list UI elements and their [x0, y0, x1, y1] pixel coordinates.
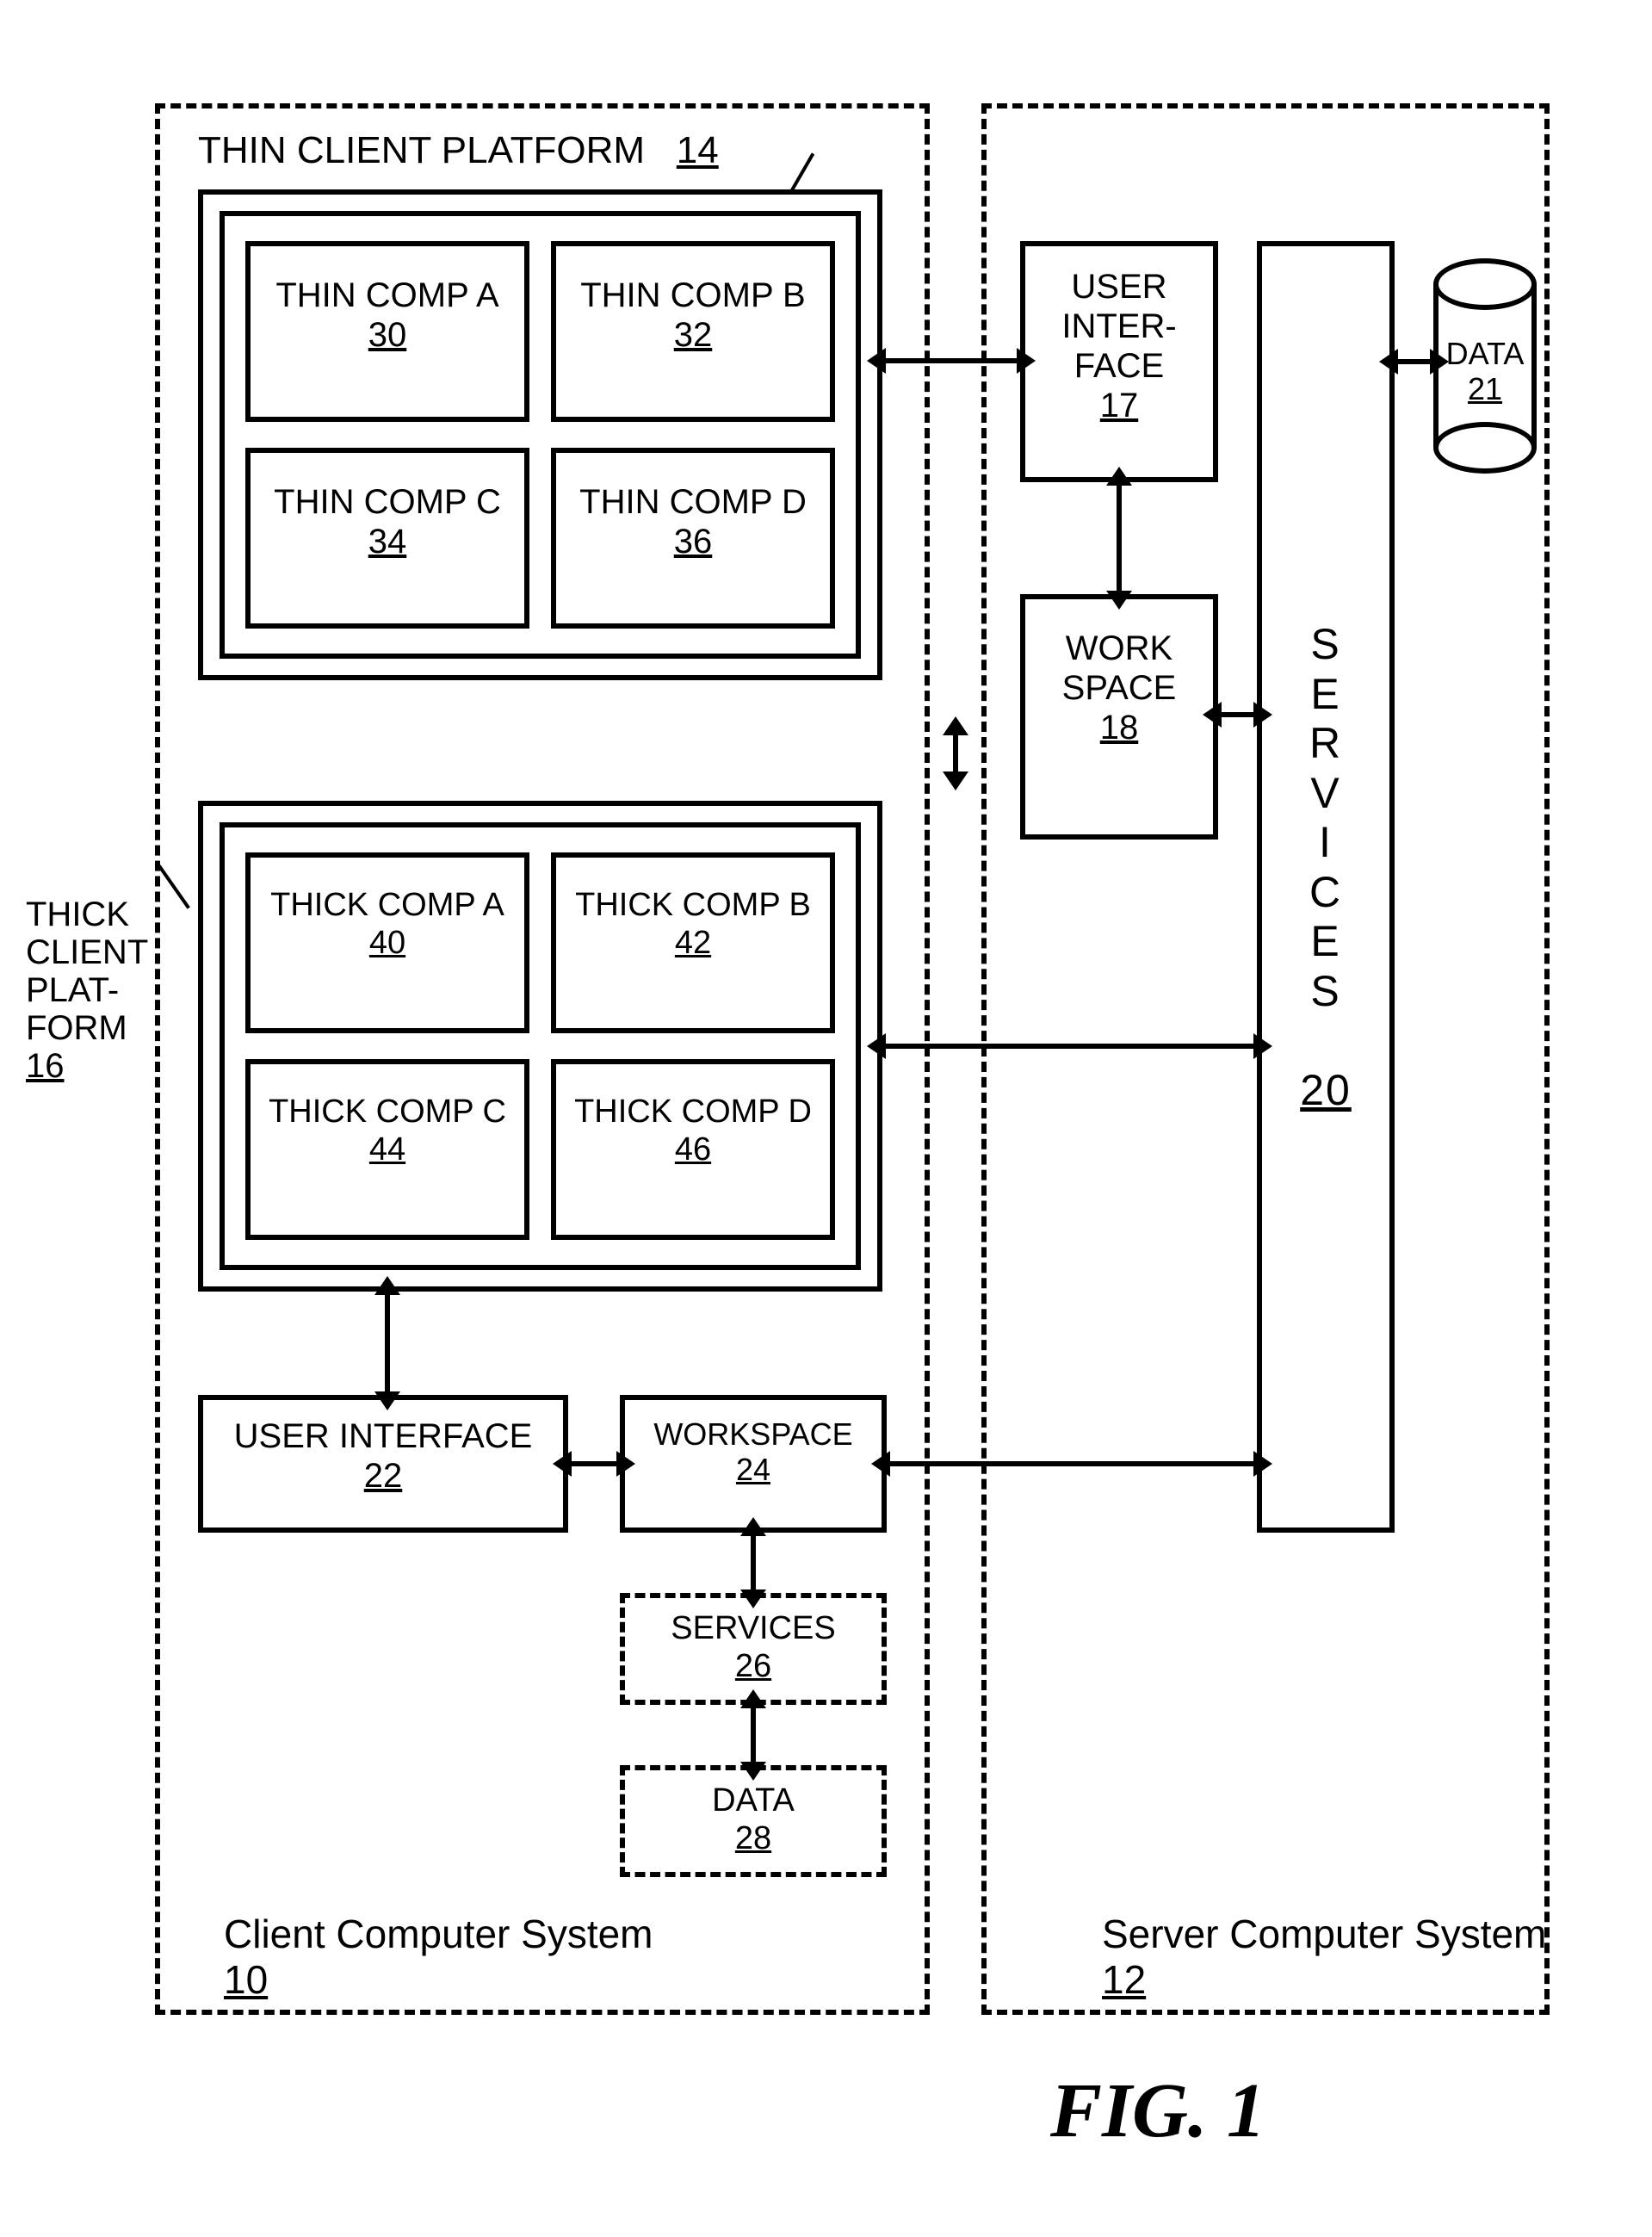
arrow-cws-services-right	[1253, 1451, 1272, 1477]
arrow-cservices-cdata-up	[740, 1689, 766, 1708]
thick-comp-a-label: THICK COMP A 40	[245, 887, 529, 962]
arrow-services-data-left	[1379, 349, 1398, 375]
thin-comp-d-text: THIN COMP D	[579, 483, 807, 521]
client-services-ref: 26	[735, 1648, 771, 1684]
server-data-cylinder-bottom	[1433, 422, 1537, 474]
thin-comp-a-text: THIN COMP A	[275, 276, 498, 314]
client-ui-text: USER INTERFACE	[234, 1417, 533, 1455]
arrow-sui-sws-up	[1106, 467, 1132, 486]
server-workspace-ref: 18	[1100, 709, 1139, 747]
server-data-text: DATA	[1446, 336, 1525, 371]
thick-comp-a-text: THICK COMP A	[270, 887, 504, 923]
client-services-text: SERVICES	[671, 1610, 835, 1646]
arrow-cui-cws-right	[616, 1451, 635, 1477]
thick-comp-d-text: THICK COMP D	[574, 1094, 812, 1130]
client-workspace-label: WORKSPACE 24	[620, 1416, 887, 1488]
thin-comp-c-ref: 34	[368, 523, 407, 561]
thick-comp-d-label: THICK COMP D 46	[551, 1094, 835, 1168]
thin-platform-label: THIN CLIENT PLATFORM 14	[198, 129, 818, 173]
client-data-label: DATA 28	[620, 1782, 887, 1857]
arrow-sws-to-services-right	[1253, 702, 1272, 728]
thin-comp-d-label: THIN COMP D 36	[551, 482, 835, 561]
arrow-cui-cws	[568, 1461, 620, 1466]
arrow-thickc-cui-up	[374, 1276, 400, 1295]
server-system-text: Server Computer System	[1102, 1912, 1546, 1956]
thick-comp-b-text: THICK COMP B	[575, 887, 811, 923]
arrow-thickc-cui	[385, 1292, 390, 1395]
thick-comp-c-text: THICK COMP C	[269, 1094, 506, 1130]
server-ui-label: USERINTER-FACE17	[1020, 267, 1218, 425]
thick-comp-c-ref: 44	[369, 1131, 405, 1168]
server-workspace-label: WORKSPACE18	[1020, 629, 1218, 747]
arrow-between-systems-up	[943, 716, 968, 735]
arrow-cws-services	[887, 1461, 1257, 1466]
thin-comp-a-label: THIN COMP A 30	[245, 276, 529, 355]
thin-comp-d-ref: 36	[674, 523, 713, 561]
arrow-sui-sws	[1117, 482, 1122, 594]
arrow-sws-to-services-h	[1218, 712, 1257, 717]
arrow-between-systems	[953, 732, 958, 775]
client-workspace-text: WORKSPACE	[653, 1416, 852, 1452]
arrow-cws-services-left	[871, 1451, 890, 1477]
thick-comp-d-ref: 46	[675, 1131, 711, 1168]
thick-comp-b-label: THICK COMP B 42	[551, 887, 835, 962]
server-services-label: SERVICES20	[1257, 620, 1395, 1115]
thick-platform-ref: 16	[26, 1047, 65, 1085]
client-system-text: Client Computer System	[224, 1912, 653, 1956]
thin-comp-c-label: THIN COMP C 34	[245, 482, 529, 561]
arrow-thickc-cui-down	[374, 1391, 400, 1410]
client-ui-ref: 22	[364, 1457, 403, 1495]
figure-caption: FIG. 1	[1050, 2067, 1265, 2155]
thin-comp-b-text: THIN COMP B	[580, 276, 806, 314]
arrow-cws-cservices	[751, 1533, 756, 1593]
arrow-thick-services-left	[867, 1033, 886, 1059]
thin-comp-b-label: THIN COMP B 32	[551, 276, 835, 355]
arrow-thick-services-right	[1253, 1033, 1272, 1059]
arrow-cservices-cdata-down	[740, 1762, 766, 1781]
arrow-services-data-right	[1430, 349, 1449, 375]
client-workspace-ref: 24	[736, 1452, 770, 1487]
server-ui-ref: 17	[1100, 387, 1139, 424]
client-system-ref: 10	[224, 1957, 268, 2002]
arrow-cws-cservices-up	[740, 1517, 766, 1536]
arrow-cservices-cdata	[751, 1705, 756, 1765]
thin-comp-c-text: THIN COMP C	[274, 483, 501, 521]
arrow-cws-cservices-down	[740, 1589, 766, 1608]
thick-comp-c-label: THICK COMP C 44	[245, 1094, 529, 1168]
arrow-services-data	[1395, 359, 1433, 364]
thick-comp-a-ref: 40	[369, 925, 405, 961]
thin-platform-ref: 14	[677, 129, 719, 171]
thin-comp-b-ref: 32	[674, 316, 713, 354]
arrow-thin-to-serverui-right	[1017, 348, 1036, 374]
server-data-cylinder-top	[1433, 258, 1537, 310]
arrow-thin-to-serverui	[882, 358, 1020, 363]
thin-platform-text: THIN CLIENT PLATFORM	[198, 129, 645, 171]
client-system-label: Client Computer System 10	[224, 1912, 671, 2003]
client-ui-label: USER INTERFACE 22	[198, 1416, 568, 1496]
thick-platform-label: THICKCLIENTPLAT-FORM16	[26, 895, 189, 1085]
client-data-text: DATA	[712, 1782, 795, 1819]
server-system-label: Server Computer System 12	[1102, 1912, 1550, 2003]
client-services-label: SERVICES 26	[620, 1610, 887, 1685]
server-system-ref: 12	[1102, 1957, 1146, 2002]
arrow-thin-to-serverui-left	[867, 348, 886, 374]
arrow-between-systems-down	[943, 771, 968, 790]
arrow-sui-sws-down	[1106, 591, 1132, 610]
server-services-ref: 20	[1300, 1066, 1352, 1114]
arrow-thick-services	[882, 1044, 1257, 1049]
thick-comp-b-ref: 42	[675, 925, 711, 961]
arrow-sws-to-services-left	[1203, 702, 1222, 728]
client-data-ref: 28	[735, 1820, 771, 1856]
server-data-ref: 21	[1468, 371, 1502, 406]
server-data-label: DATA 21	[1433, 336, 1537, 407]
arrow-cui-cws-left	[553, 1451, 572, 1477]
thin-comp-a-ref: 30	[368, 316, 407, 354]
